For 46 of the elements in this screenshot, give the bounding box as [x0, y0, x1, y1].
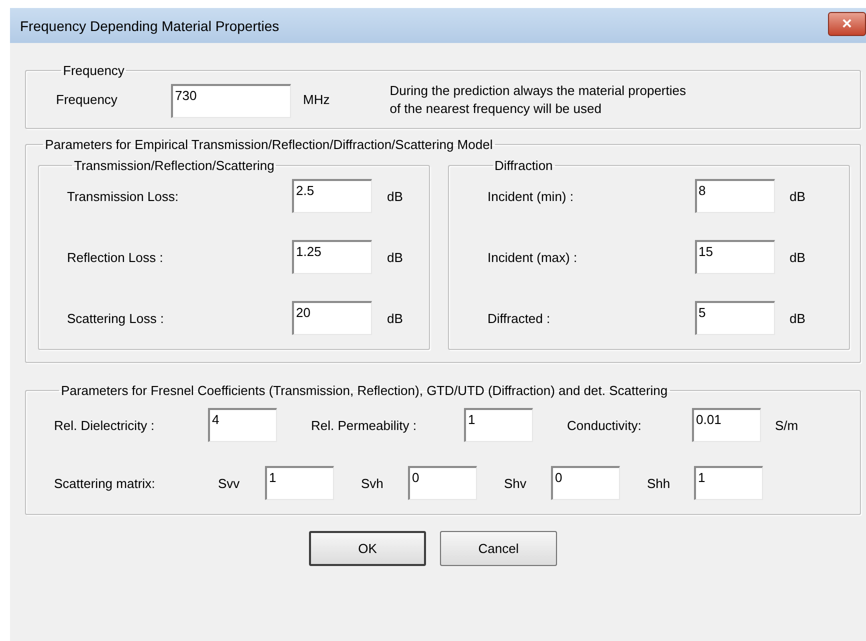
input-field[interactable]: 0 — [551, 466, 620, 500]
group-title: Parameters for Fresnel Coefficients (Transmission, Reflection), GTD/UTD (Diffraction) and det. Scattering — [60, 383, 669, 398]
field-label: Scattering matrix: — [54, 476, 156, 490]
field-label: Shv — [504, 476, 528, 490]
input-field[interactable]: 5 — [694, 301, 774, 335]
cancel-button[interactable]: Cancel — [440, 531, 557, 566]
unit-label: dB — [788, 250, 806, 264]
input-field[interactable]: 4 — [208, 408, 277, 442]
unit-label: dB — [386, 310, 403, 326]
unit-label: dB — [788, 310, 806, 326]
input-field[interactable]: 1 — [265, 466, 334, 500]
unit-label: S/m — [774, 418, 798, 432]
input-field[interactable]: 2.5 — [292, 179, 372, 213]
field-label: Rel. Permeability : — [311, 418, 418, 432]
input-field[interactable]: 0.01 — [692, 408, 761, 442]
group-title: Frequency — [62, 63, 126, 78]
input-field[interactable]: 15 — [694, 240, 774, 274]
unit-label: dB — [788, 188, 806, 204]
field-label: Svv — [218, 476, 241, 490]
field-label: Incident (min) : — [488, 188, 574, 204]
field-label: Scattering Loss : — [67, 310, 165, 326]
window-title: Frequency Depending Material Properties — [20, 18, 280, 34]
unit-label: dB — [386, 250, 403, 264]
field-label: Rel. Dielectricity : — [54, 418, 156, 432]
field-label: Diffracted : — [488, 310, 552, 326]
field-label: Svh — [361, 476, 384, 490]
group-title: Parameters for Empirical Transmission/Reflection/Diffraction/Scattering Model — [44, 137, 494, 152]
frequency-field[interactable]: 730 — [171, 84, 291, 118]
unit-label: MHz — [302, 91, 330, 107]
info-text: During the prediction always the material properties of the nearest frequency will be used — [390, 82, 686, 118]
field-label: Shh — [647, 476, 672, 490]
field-label: Incident (max) : — [488, 250, 578, 264]
input-field[interactable]: 1.25 — [292, 240, 372, 274]
unit-label: dB — [386, 188, 403, 204]
field-label: Conductivity: — [567, 418, 642, 432]
input-field[interactable]: 1 — [464, 408, 533, 442]
input-field[interactable]: 8 — [694, 179, 774, 213]
field-label: Reflection Loss : — [67, 250, 164, 264]
group-title: Diffraction — [494, 158, 554, 173]
input-field[interactable]: 1 — [694, 466, 763, 500]
field-label: Transmission Loss: — [67, 188, 180, 204]
group-title: Transmission/Reflection/Scattering — [73, 158, 276, 173]
ok-button[interactable]: OK — [309, 531, 426, 566]
input-field[interactable]: 0 — [408, 466, 477, 500]
input-field[interactable]: 20 — [292, 301, 372, 335]
field-label: Frequency — [56, 91, 118, 107]
